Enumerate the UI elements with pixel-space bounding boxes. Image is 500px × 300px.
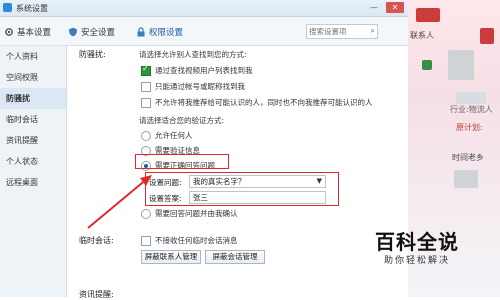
red-badge	[480, 28, 494, 44]
industry-text: 行业:物流人	[450, 105, 493, 114]
blurred-text	[456, 92, 486, 104]
plan-text: 原计划:	[456, 123, 483, 132]
watermark-title: 百科全说	[375, 230, 459, 254]
red-badge	[416, 8, 440, 22]
blurred-avatar	[454, 170, 478, 188]
hometown-text: 时间老乡	[452, 153, 484, 162]
green-dot	[422, 60, 432, 70]
contacts-text: 联系人	[410, 31, 434, 40]
watermark: 百科全说 助你轻松解决	[362, 226, 472, 266]
blurred-avatar	[448, 50, 474, 80]
